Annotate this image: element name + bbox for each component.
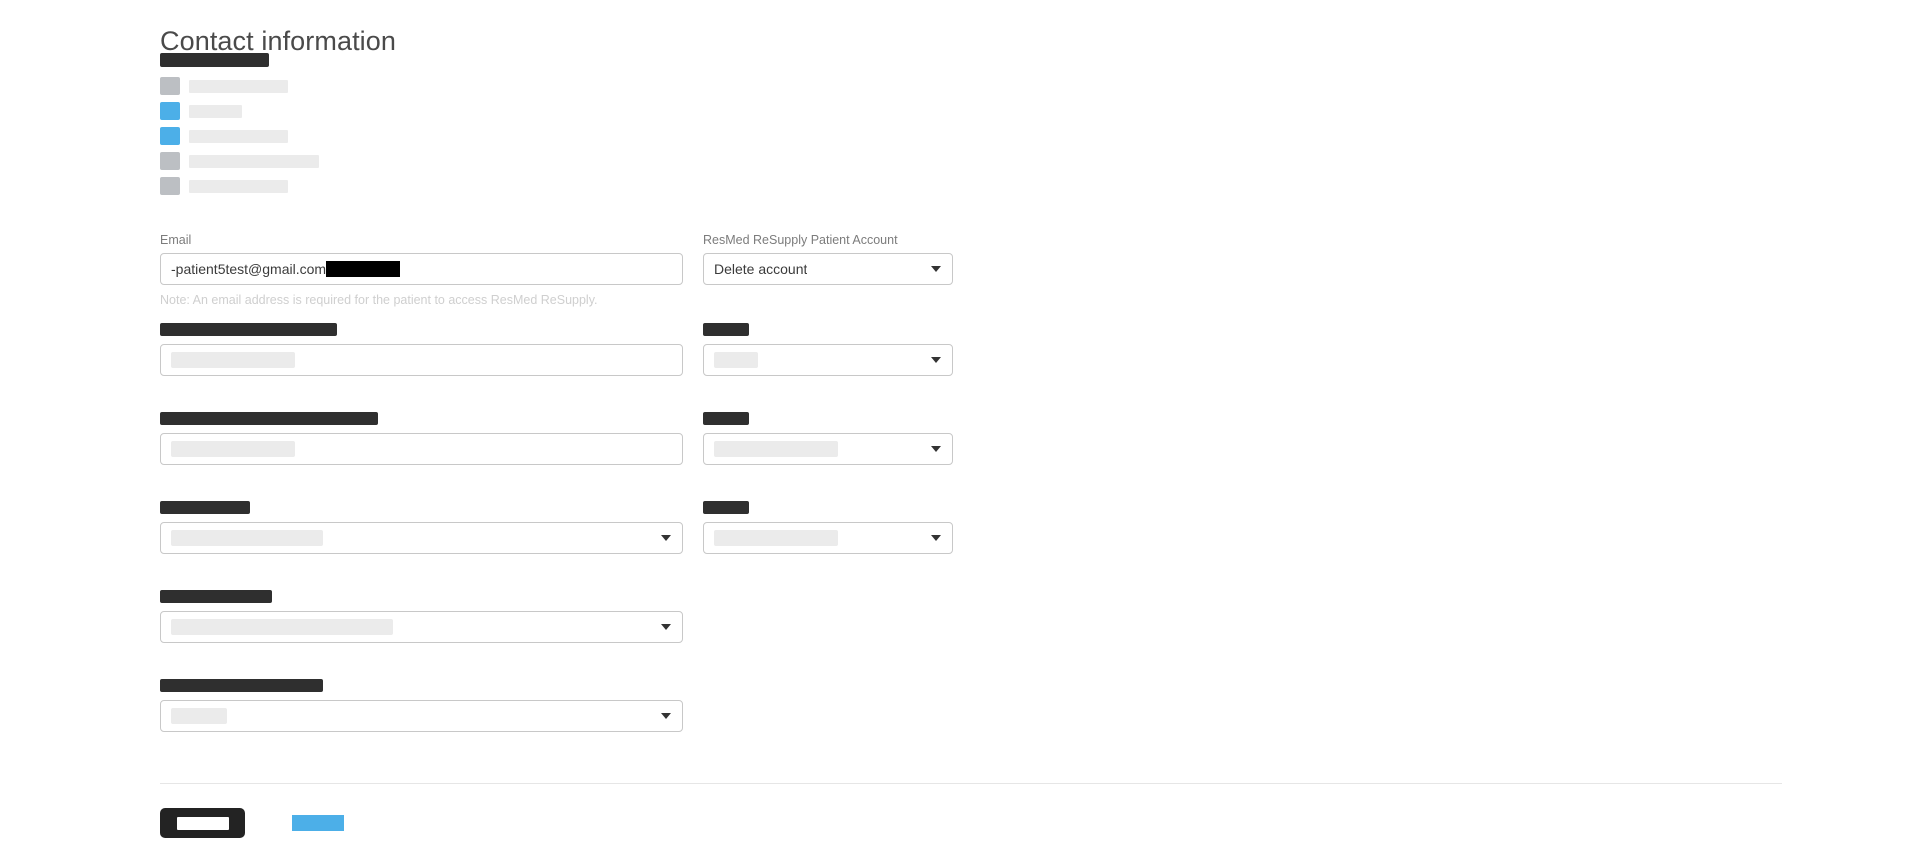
label-resmed-resupply-patient-account: ResMed ReSupply Patient Account xyxy=(703,233,898,247)
value-redaction xyxy=(171,708,227,724)
save-button[interactable] xyxy=(160,808,245,838)
select-masked-select-5[interactable] xyxy=(160,611,683,643)
value-redaction xyxy=(714,352,758,368)
field-masked-field-1 xyxy=(160,321,683,376)
select-masked-select-4[interactable] xyxy=(703,522,953,554)
form-row xyxy=(160,410,1782,499)
chevron-down-icon xyxy=(931,266,941,272)
field-masked-field-2 xyxy=(160,410,683,465)
summary-row xyxy=(160,77,580,95)
field-masked-select-3 xyxy=(160,499,683,554)
field-masked-select-4 xyxy=(703,499,953,554)
input-masked-field-1[interactable] xyxy=(160,344,683,376)
label-redaction xyxy=(160,590,272,603)
contact-form: Email -patient5test@gmail.com Note: An ema… xyxy=(160,232,1782,766)
label-redaction xyxy=(703,323,749,336)
field-masked-select-6 xyxy=(160,677,683,732)
form-row xyxy=(160,677,1782,766)
label-masked-field-2 xyxy=(160,412,683,428)
summary-row-swatch-gray xyxy=(160,177,180,195)
summary-row-swatch-gray xyxy=(160,77,180,95)
value-redaction xyxy=(326,261,401,277)
field-masked-select-1 xyxy=(703,321,953,376)
summary-row-text-redaction xyxy=(189,154,319,168)
label-email: Email xyxy=(160,233,192,247)
field-resmed-resupply-patient-account: ResMed ReSupply Patient Account Delete ac… xyxy=(703,232,953,285)
field-masked-select-5 xyxy=(160,588,683,643)
summary-row-swatch-blue xyxy=(160,102,180,120)
summary-row xyxy=(160,102,580,120)
note-email: Note: An email address is required for t… xyxy=(160,293,598,307)
summary-row-text-redaction xyxy=(189,129,288,143)
input-email[interactable]: -patient5test@gmail.com xyxy=(160,253,683,285)
chevron-down-icon xyxy=(931,357,941,363)
label-redaction xyxy=(160,679,323,692)
summary-row-swatch-blue xyxy=(160,127,180,145)
label-redaction xyxy=(160,412,378,425)
select-masked-select-3[interactable] xyxy=(160,522,683,554)
save-button-label-redaction xyxy=(176,816,229,830)
value-resmed-resupply-patient-account: Delete account xyxy=(714,261,808,277)
chevron-down-icon xyxy=(931,535,941,541)
value-redaction xyxy=(171,441,295,457)
value-redaction xyxy=(171,352,295,368)
value-redaction xyxy=(171,619,393,635)
summary-row-text-redaction xyxy=(189,79,288,93)
value-redaction xyxy=(714,441,838,457)
value-redaction xyxy=(714,530,838,546)
form-row: Email -patient5test@gmail.com Note: An ema… xyxy=(160,232,1782,321)
chevron-down-icon xyxy=(661,535,671,541)
value-redaction xyxy=(171,530,323,546)
input-masked-field-2[interactable] xyxy=(160,433,683,465)
label-masked-select-6 xyxy=(160,679,683,695)
select-masked-select-6[interactable] xyxy=(160,700,683,732)
form-row xyxy=(160,321,1782,410)
label-masked-select-1 xyxy=(703,323,953,339)
chevron-down-icon xyxy=(661,624,671,630)
select-masked-select-1[interactable] xyxy=(703,344,953,376)
label-redaction xyxy=(160,323,337,336)
label-masked-field-1 xyxy=(160,323,683,339)
label-redaction xyxy=(703,501,749,514)
patient-summary-list xyxy=(160,53,580,202)
label-masked-select-4 xyxy=(703,501,953,517)
field-email: Email -patient5test@gmail.com Note: An ema… xyxy=(160,232,683,308)
summary-row xyxy=(160,152,580,170)
contact-information-page: Contact information Email -patient5test@g… xyxy=(0,0,1920,866)
summary-row-text-redaction xyxy=(189,104,242,118)
summary-row xyxy=(160,177,580,195)
label-masked-select-3 xyxy=(160,501,683,517)
summary-row-text-redaction xyxy=(189,179,288,193)
select-resmed-resupply-patient-account[interactable]: Delete account xyxy=(703,253,953,285)
label-masked-select-5 xyxy=(160,590,683,606)
form-row xyxy=(160,499,1782,588)
label-redaction xyxy=(160,501,250,514)
footer-divider xyxy=(160,783,1782,784)
label-masked-select-2 xyxy=(703,412,953,428)
summary-row xyxy=(160,127,580,145)
chevron-down-icon xyxy=(931,446,941,452)
form-actions xyxy=(160,808,344,838)
select-masked-select-2[interactable] xyxy=(703,433,953,465)
form-row xyxy=(160,588,1782,677)
summary-row-swatch-gray xyxy=(160,152,180,170)
cancel-link[interactable] xyxy=(292,815,344,831)
label-redaction xyxy=(703,412,749,425)
field-masked-select-2 xyxy=(703,410,953,465)
chevron-down-icon xyxy=(661,713,671,719)
value-email: -patient5test@gmail.com xyxy=(171,261,327,277)
summary-title-redaction xyxy=(160,53,269,67)
